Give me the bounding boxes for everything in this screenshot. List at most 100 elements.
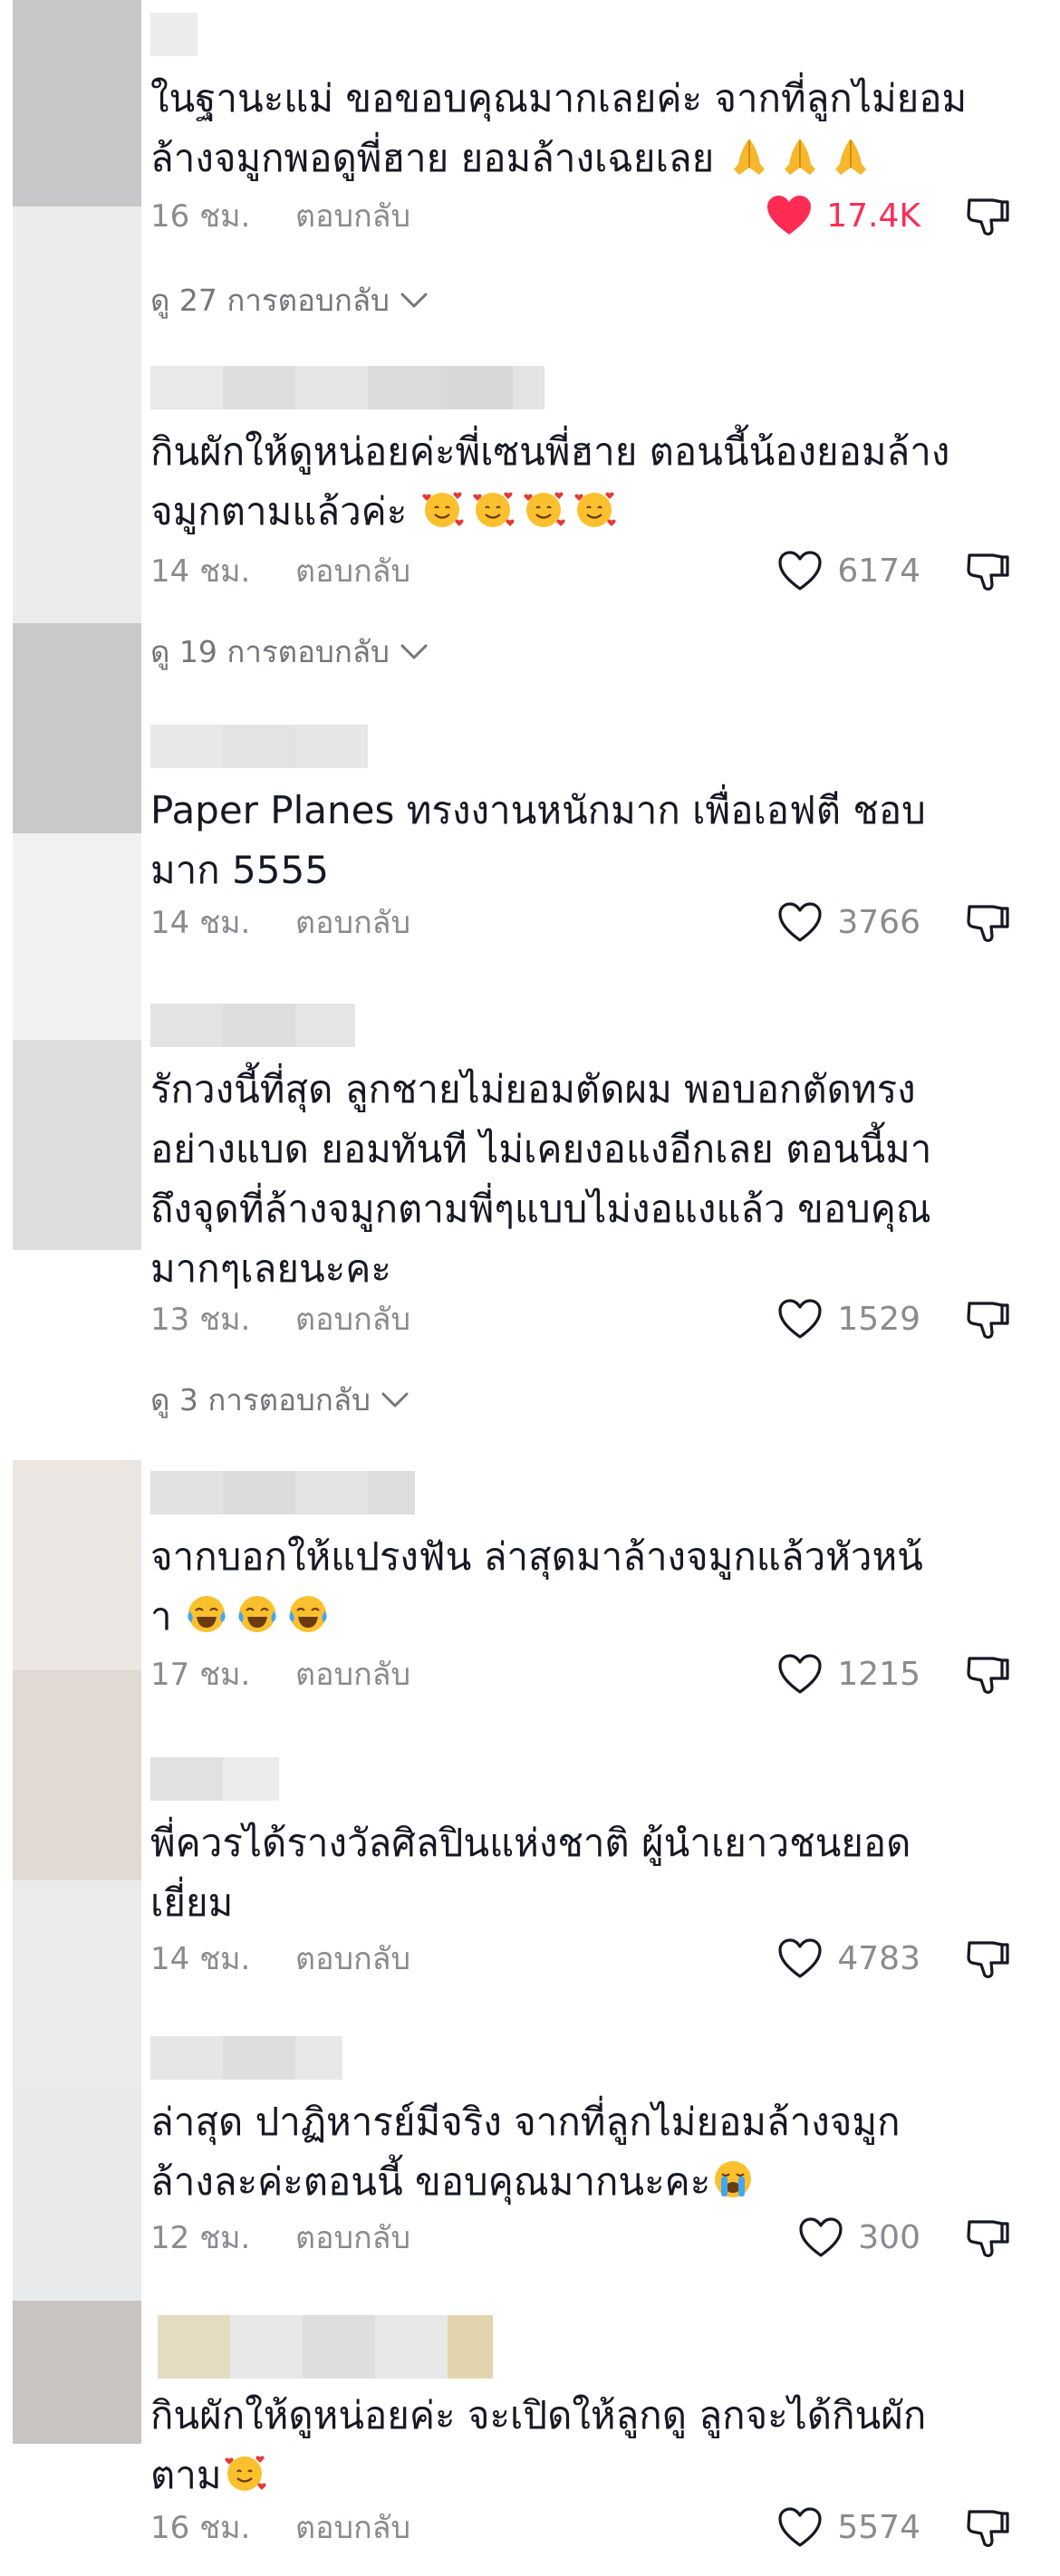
reply-button[interactable]: ตอบกลับ [295, 191, 410, 240]
thumbs-down-icon [967, 905, 1009, 942]
like-count: 1215 [837, 1655, 920, 1693]
comment-item: พี่ควรได้รางวัลศิลปินแห่งชาติ ผู้นำเยาวช… [150, 1757, 1020, 2002]
folded-hands-icon [733, 139, 765, 175]
reply-button[interactable]: ตอบกลับ [295, 546, 410, 595]
comment-meta: 12 ชม. ตอบกลับ 300 [150, 2212, 1020, 2263]
loudly-crying-face-icon [715, 2161, 752, 2197]
comment-text: รักวงนี้ที่สุด ลูกชายไม่ยอมตัดผม พอบอกตั… [150, 1060, 1038, 1299]
username-blurred[interactable] [150, 1004, 355, 1047]
like-button[interactable]: 3766 [776, 897, 920, 947]
comment-text-line: จากบอกให้แปรงฟัน ล่าสุดมาล้างจมูกแล้วหัว… [150, 1534, 923, 1579]
folded-hands-icon [834, 139, 866, 175]
reply-button[interactable]: ตอบกลับ [295, 2503, 410, 2552]
reply-button[interactable]: ตอบกลับ [295, 1649, 410, 1698]
avatar[interactable] [13, 623, 141, 833]
like-count: 5574 [837, 2508, 920, 2546]
like-button[interactable]: 1529 [776, 1293, 920, 1344]
avatar[interactable] [13, 1880, 141, 2091]
username-blurred[interactable] [150, 1471, 415, 1514]
comment-text-line: กินผักให้ดูหน่อยค่ะพี่เซนพี่ฮาย ตอนนี้น้… [150, 429, 950, 474]
dislike-button[interactable] [962, 1293, 1013, 1344]
dislike-button[interactable] [962, 545, 1013, 596]
comment-time: 12 ชม. [150, 2220, 251, 2256]
like-button[interactable]: 300 [796, 2212, 920, 2263]
view-replies-button[interactable]: ดู 27 การตอบกลับ [150, 277, 431, 322]
comment-text: กินผักให้ดูหน่อยค่ะพี่เซนพี่ฮาย ตอนนี้น้… [150, 422, 1038, 542]
thumbs-down-icon [967, 1302, 1009, 1339]
dislike-button[interactable] [962, 1648, 1013, 1699]
comment-text: Paper Planes ทรงงานหนักมาก เพื่อเอฟตี ชอ… [150, 781, 1038, 900]
smiling-face-with-hearts-icon [422, 492, 464, 527]
comment-item: กินผักให้ดูหน่อยค่ะ จะเปิดให้ลูกดู ลูกจะ… [150, 2315, 1020, 2560]
comment-item: กินผักให้ดูหน่อยค่ะพี่เซนพี่ฮาย ตอนนี้น้… [150, 366, 1020, 674]
avatar[interactable] [13, 2301, 141, 2444]
avatar [13, 833, 141, 1040]
like-count: 1529 [837, 1300, 920, 1338]
avatar-strip [13, 0, 141, 2464]
reply-button[interactable]: ตอบกลับ [295, 1934, 410, 1983]
avatar [13, 207, 141, 623]
dislike-button[interactable] [962, 1933, 1013, 1984]
chevron-down-icon [381, 1392, 409, 1408]
comment-time: 17 ชม. [150, 1657, 251, 1693]
reply-button[interactable]: ตอบกลับ [295, 2213, 410, 2262]
comment-text-line: า [150, 1594, 172, 1639]
reply-button[interactable]: ตอบกลับ [295, 898, 410, 947]
comment-text-line-with-emoji: ล้างละค่ะตอนนี้ ขอบคุณมากนะคะ [150, 2152, 1038, 2212]
comment-text-line: ล่าสุด ปาฏิหารย์มีจริง จากที่ลูกไม่ยอมล้… [150, 2100, 901, 2144]
view-replies-button[interactable]: ดู 3 การตอบกลับ [150, 1377, 412, 1422]
comment-text: ในฐานะแม่ ขอขอบคุณมากเลยค่ะ จากที่ลูกไม่… [150, 69, 1038, 188]
comment-text-line: ล้างจมูกพอดูพี่ฮาย ยอมล้างเฉยเลย [150, 136, 715, 180]
chevron-down-icon [400, 293, 428, 308]
heart-outline-icon [778, 902, 822, 942]
username-blurred[interactable] [150, 1757, 279, 1801]
comment-text: ล่าสุด ปาฏิหารย์มีจริง จากที่ลูกไม่ยอมล้… [150, 2092, 1038, 2212]
like-button[interactable]: 5574 [776, 2502, 920, 2552]
comment-text: พี่ควรได้รางวัลศิลปินแห่งชาติ ผู้นำเยาวช… [150, 1813, 1038, 1933]
username-blurred[interactable] [150, 13, 198, 56]
username-blurred[interactable] [150, 366, 544, 409]
smiling-face-with-hearts-icon [473, 492, 515, 527]
face-with-tears-of-joy-icon [238, 1596, 276, 1632]
dislike-button[interactable] [962, 2212, 1013, 2263]
heart-outline-icon [799, 2217, 843, 2257]
avatar [13, 1670, 141, 1880]
smiling-face-with-hearts-icon [524, 492, 565, 527]
comment-text-line: ตาม [150, 2453, 222, 2497]
like-button[interactable]: 4783 [776, 1933, 920, 1984]
heart-outline-icon [778, 551, 822, 591]
comment-text-line: รักวงนี้ที่สุด ลูกชายไม่ยอมตัดผม พอบอกตั… [150, 1067, 916, 1111]
thumbs-down-icon [967, 2220, 1009, 2257]
comment-text-line: ล้างละค่ะตอนนี้ ขอบคุณมากนะคะ [150, 2159, 711, 2204]
dislike-button[interactable] [962, 897, 1013, 947]
view-replies-button[interactable]: ดู 19 การตอบกลับ [150, 629, 431, 674]
reply-button[interactable]: ตอบกลับ [295, 1294, 410, 1343]
comment-time: 14 ชม. [150, 553, 251, 590]
username-blurred[interactable] [150, 725, 368, 768]
like-button[interactable]: 1215 [776, 1648, 920, 1699]
avatar[interactable] [13, 1040, 141, 1250]
comment-text-line-with-emoji: จมูกตามแล้วค่ะ [150, 482, 1038, 542]
avatar [13, 1250, 141, 1460]
comment-text-line: มากๆเลยนะคะ [150, 1246, 391, 1291]
comment-text-line: เยี่ยม [150, 1880, 234, 1925]
like-button[interactable]: 17.4K [765, 190, 920, 241]
like-count: 4783 [837, 1939, 920, 1977]
heart-outline-icon [778, 1654, 822, 1694]
dislike-button[interactable] [962, 190, 1013, 241]
username-blurred[interactable] [150, 2036, 342, 2080]
thumbs-down-icon [967, 2510, 1009, 2547]
username-blurred[interactable] [158, 2315, 493, 2379]
heart-outline-icon [778, 1299, 822, 1339]
comment-time: 14 ชม. [150, 1941, 251, 1977]
view-replies-label: ดู 27 การตอบกลับ [150, 282, 390, 318]
comment-text-line-with-emoji: ตาม [150, 2446, 1038, 2505]
comment-meta: 14 ชม. ตอบกลับ 4783 [150, 1933, 1020, 1984]
avatar[interactable] [13, 0, 141, 207]
dislike-button[interactable] [962, 2502, 1013, 2552]
avatar[interactable] [13, 1460, 141, 1670]
smiling-face-with-hearts-icon [225, 2456, 266, 2491]
comment-text: กินผักให้ดูหน่อยค่ะ จะเปิดให้ลูกดู ลูกจะ… [150, 2386, 1038, 2505]
like-button[interactable]: 6174 [776, 545, 920, 596]
comment-text-line: กินผักให้ดูหน่อยค่ะ จะเปิดให้ลูกดู ลูกจะ… [150, 2393, 927, 2437]
